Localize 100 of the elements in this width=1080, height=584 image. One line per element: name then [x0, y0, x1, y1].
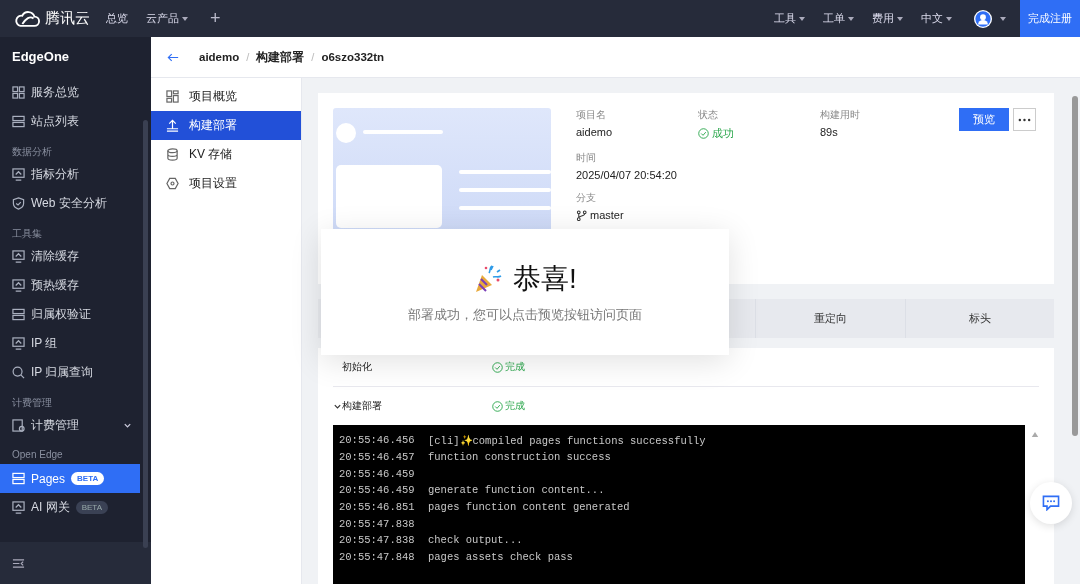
branch-icon	[576, 209, 587, 221]
shield-icon	[12, 197, 25, 210]
top-menu[interactable]: 工单	[823, 11, 854, 26]
sidebar-item[interactable]: Pages BETA	[0, 464, 140, 493]
step-status: 完成	[492, 360, 525, 374]
beta-badge: BETA	[71, 472, 105, 485]
list-icon	[12, 115, 25, 128]
breadcrumb-item[interactable]: 构建部署	[256, 49, 305, 65]
field-value: aidemo	[576, 126, 614, 138]
more-icon	[1018, 117, 1031, 122]
section-heading: Open Edge	[11, 448, 64, 462]
log-message: check output...	[428, 534, 523, 547]
log-time: 20:55:47.838	[338, 517, 416, 530]
sidebar-item[interactable]: IP 组	[0, 329, 140, 358]
settings-icon	[166, 177, 179, 190]
log-time: 20:55:46.459	[338, 484, 416, 497]
sidebar-item[interactable]: 服务总览	[0, 78, 140, 107]
step-name: 构建部署	[342, 399, 383, 413]
log-message: function construction success	[428, 451, 611, 464]
log-message: pages function content generated	[428, 501, 630, 514]
top-menu[interactable]: 中文	[921, 11, 952, 26]
more-button[interactable]	[1013, 108, 1036, 131]
cloud-logo-icon	[14, 9, 40, 28]
log-time: 20:55:46.456	[338, 434, 416, 447]
field-label: 状态	[698, 108, 719, 122]
field-label: 时间	[576, 151, 597, 165]
database-icon	[166, 148, 179, 161]
search-icon	[12, 366, 25, 379]
check-circle-icon	[698, 128, 709, 139]
avatar-icon[interactable]	[974, 9, 992, 28]
tab[interactable]: 重定向	[755, 299, 905, 338]
chat-icon	[1042, 495, 1060, 511]
project-menu-item[interactable]: KV 存储	[151, 140, 301, 169]
check-circle-icon	[492, 361, 503, 373]
scrollbar[interactable]	[1070, 78, 1080, 584]
status-value: 成功	[698, 126, 820, 141]
caret-icon	[897, 16, 903, 21]
collapse-icon[interactable]	[12, 556, 25, 570]
field-value: 89s	[820, 126, 839, 138]
sidebar-item[interactable]: 站点列表	[0, 107, 140, 136]
top-menu[interactable]: 工具	[774, 11, 805, 26]
field-value: 2025/04/07 20:54:20	[576, 169, 678, 181]
log-time: 20:55:46.851	[338, 501, 416, 514]
back-arrow-icon[interactable]	[167, 52, 179, 62]
breadcrumb-item[interactable]: o6szo332tn	[321, 51, 385, 63]
log-time: 20:55:47.838	[338, 534, 416, 547]
monitor-icon	[12, 501, 25, 514]
sidebar-item[interactable]: 指标分析	[0, 160, 140, 189]
party-popper-icon	[473, 264, 504, 294]
list-icon	[12, 472, 25, 485]
monitor-icon	[12, 250, 25, 263]
log-message: generate function content...	[428, 484, 605, 497]
breadcrumb-item[interactable]: aidemo	[199, 51, 240, 63]
monitor-icon	[12, 279, 25, 292]
sidebar-item[interactable]: 归属权验证	[0, 300, 140, 329]
section-heading: 工具集	[11, 227, 43, 241]
step-status: 完成	[492, 399, 525, 413]
sidebar-item[interactable]: IP 归属查询	[0, 358, 140, 387]
scrollbar[interactable]	[143, 120, 148, 548]
register-button[interactable]: 完成注册	[1020, 0, 1080, 37]
field-value: master	[576, 209, 698, 221]
document-icon	[12, 419, 25, 432]
tab[interactable]: 标头	[904, 299, 1054, 338]
grid-icon	[166, 90, 179, 103]
section-heading: 计费管理	[11, 396, 53, 410]
field-label: 项目名	[576, 108, 607, 122]
check-circle-icon	[492, 400, 503, 412]
dialog-message: 部署成功，您可以点击预览按钮访问页面	[408, 306, 642, 324]
sidebar-item[interactable]: AI 网关 BETA	[0, 493, 140, 522]
scroll-up-icon[interactable]	[1031, 431, 1039, 438]
log-time: 20:55:46.457	[338, 451, 416, 464]
grid-icon	[12, 86, 25, 99]
caret-icon[interactable]	[1000, 16, 1006, 21]
field-label: 分支	[576, 191, 597, 205]
step-name: 初始化	[342, 360, 373, 374]
log-message: [cli]✨compiled pages functions successfully	[428, 433, 706, 447]
project-menu-item[interactable]: 构建部署	[151, 111, 301, 140]
sidebar-item[interactable]: 清除缓存	[0, 242, 140, 271]
field-label: 构建用时	[820, 108, 861, 122]
project-menu-item[interactable]: 项目设置	[151, 169, 301, 198]
project-menu-item[interactable]: 项目概览	[151, 82, 301, 111]
add-button[interactable]: +	[210, 8, 221, 29]
list-icon	[12, 308, 25, 321]
log-time: 20:55:47.848	[338, 551, 416, 564]
sidebar-item[interactable]: 计费管理	[0, 411, 140, 440]
breadcrumb-separator: /	[311, 51, 315, 63]
caret-icon	[848, 16, 854, 21]
top-nav-link[interactable]: 云产品	[146, 11, 188, 26]
log-time: 20:55:46.459	[338, 467, 416, 480]
breadcrumb-separator: /	[246, 51, 250, 63]
brand-name[interactable]: 腾讯云	[45, 9, 90, 28]
sidebar-item[interactable]: Web 安全分析	[0, 189, 140, 218]
log-message: pages assets check pass	[428, 551, 573, 564]
preview-button[interactable]: 预览	[959, 108, 1009, 131]
monitor-icon	[12, 337, 25, 350]
product-title: EdgeOne	[11, 49, 71, 66]
top-menu[interactable]: 费用	[872, 11, 903, 26]
section-heading: 数据分析	[11, 145, 53, 159]
sidebar-item[interactable]: 预热缓存	[0, 271, 140, 300]
top-nav-link[interactable]: 总览	[106, 11, 128, 26]
